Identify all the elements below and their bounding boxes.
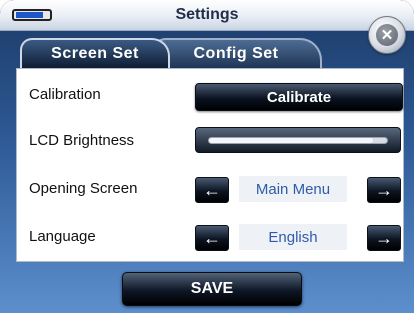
window-title: Settings (175, 6, 239, 23)
title-bar: Settings (0, 0, 414, 31)
calibration-label: Calibration (29, 86, 101, 103)
slider-track (208, 137, 388, 144)
language-label: Language (29, 228, 96, 245)
opening-screen-prev-button[interactable]: ← (195, 177, 229, 203)
opening-screen-value: Main Menu (239, 176, 347, 202)
tab-config-set[interactable]: Config Set (150, 38, 322, 68)
arrow-right-icon: → (375, 180, 393, 200)
settings-panel: Calibration Calibrate LCD Brightness Ope… (16, 68, 404, 262)
opening-screen-next-button[interactable]: → (367, 177, 401, 203)
arrow-right-icon: → (375, 228, 393, 248)
arrow-left-icon: ← (203, 228, 221, 248)
settings-window: Settings ✕ Screen Set Config Set Calibra… (0, 0, 414, 313)
close-icon: ✕ (376, 24, 398, 46)
slider-fill (209, 138, 373, 143)
language-next-button[interactable]: → (367, 225, 401, 251)
calibrate-button[interactable]: Calibrate (195, 83, 403, 111)
arrow-left-icon: ← (203, 180, 221, 200)
opening-screen-label: Opening Screen (29, 180, 138, 197)
lcd-brightness-slider[interactable] (195, 127, 401, 153)
lcd-brightness-label: LCD Brightness (29, 132, 135, 149)
save-button[interactable]: SAVE (122, 272, 302, 306)
language-value: English (239, 224, 347, 250)
close-button[interactable]: ✕ (368, 16, 406, 54)
tab-screen-set[interactable]: Screen Set (20, 38, 170, 68)
language-prev-button[interactable]: ← (195, 225, 229, 251)
